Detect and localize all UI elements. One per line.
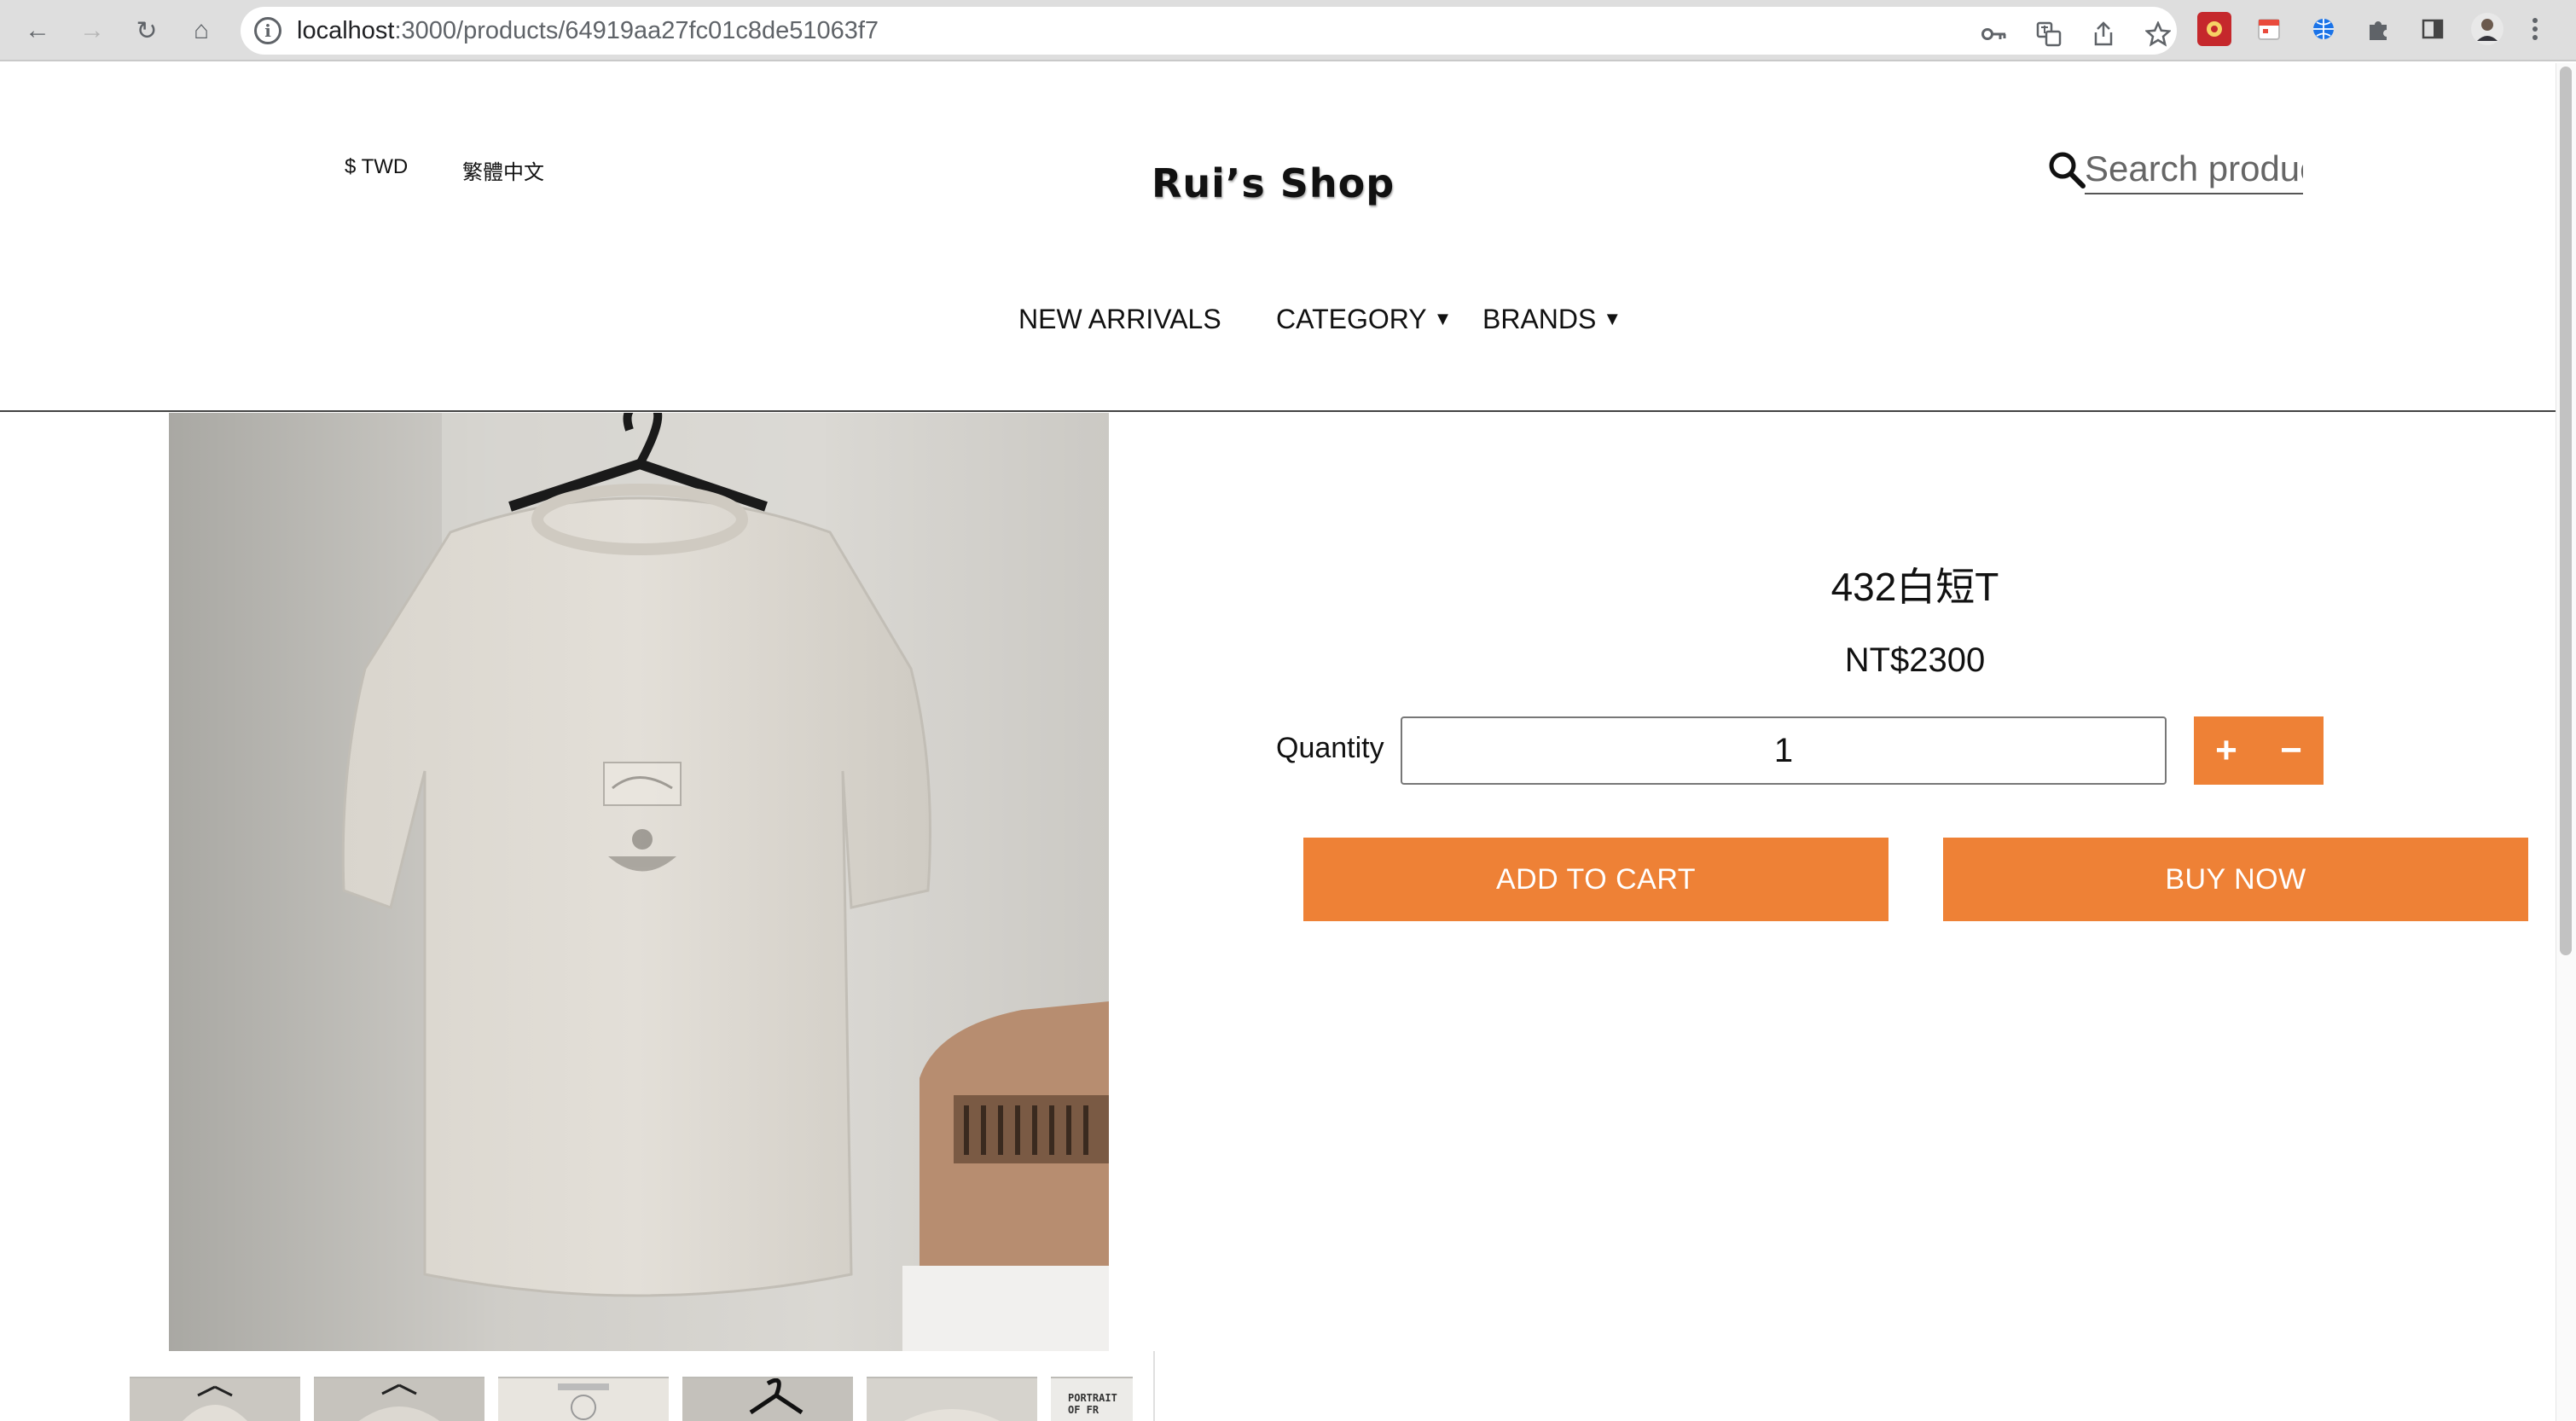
currency-selector[interactable]: $ TWD bbox=[345, 155, 408, 179]
header-divider bbox=[0, 410, 2559, 412]
add-to-cart-button[interactable]: ADD TO CART bbox=[1303, 838, 1888, 921]
address-bar[interactable]: i localhost:3000/products/64919aa27fc01c… bbox=[241, 7, 2177, 55]
search-icon[interactable] bbox=[2047, 150, 2086, 189]
language-selector[interactable]: 繁體中文 bbox=[462, 155, 544, 185]
reload-button[interactable]: ↻ bbox=[126, 10, 167, 51]
bookmark-star-icon[interactable] bbox=[2141, 17, 2175, 51]
thumbnail-strip: PORTRAIT OF FR bbox=[130, 1377, 1153, 1421]
thumbnail-6-text: PORTRAIT OF FR bbox=[1068, 1392, 1117, 1416]
quantity-decrease-button[interactable]: − bbox=[2259, 716, 2324, 785]
caret-down-icon: ▼ bbox=[1603, 308, 1622, 329]
site-info-icon[interactable]: i bbox=[254, 17, 281, 44]
thumbnail-5[interactable] bbox=[867, 1377, 1037, 1421]
translate-icon[interactable] bbox=[2032, 17, 2066, 51]
plus-icon: + bbox=[2215, 729, 2237, 771]
product-title: 432白短T bbox=[1830, 565, 1999, 609]
forward-arrow-icon: → bbox=[79, 16, 105, 44]
thumbnail-1[interactable] bbox=[130, 1377, 300, 1421]
back-arrow-icon: ← bbox=[25, 16, 50, 44]
extensions-puzzle-icon[interactable] bbox=[2361, 12, 2395, 46]
extension-calendar-icon[interactable] bbox=[2252, 12, 2286, 46]
profile-avatar[interactable] bbox=[2470, 12, 2504, 46]
product-price: NT$2300 bbox=[1844, 641, 1986, 679]
side-panel-icon[interactable] bbox=[2416, 12, 2450, 46]
buy-now-button[interactable]: BUY NOW bbox=[1943, 838, 2528, 921]
forward-button[interactable]: → bbox=[72, 10, 113, 51]
product-main-image[interactable] bbox=[169, 413, 1109, 1351]
home-icon: ⌂ bbox=[193, 16, 210, 44]
search-input[interactable] bbox=[2085, 145, 2303, 194]
url-path: :3000/products/64919aa27fc01c8de51063f7 bbox=[394, 17, 879, 44]
home-button[interactable]: ⌂ bbox=[181, 10, 222, 51]
nav-new-arrivals[interactable]: NEW ARRIVALS bbox=[1018, 304, 1221, 335]
reload-icon: ↻ bbox=[136, 16, 158, 45]
share-icon[interactable] bbox=[2086, 17, 2121, 51]
quantity-label: Quantity bbox=[1276, 732, 1384, 764]
extension-globe-icon[interactable] bbox=[2306, 12, 2341, 46]
thumbnail-2[interactable] bbox=[314, 1377, 484, 1421]
nav-brands-label: BRANDS bbox=[1482, 304, 1597, 334]
caret-down-icon: ▼ bbox=[1433, 308, 1453, 329]
browser-menu-icon[interactable] bbox=[2525, 12, 2545, 46]
nav-category-label: CATEGORY bbox=[1276, 304, 1427, 334]
url-text[interactable]: localhost:3000/products/64919aa27fc01c8d… bbox=[297, 17, 879, 44]
back-button[interactable]: ← bbox=[17, 10, 58, 51]
extension-red-icon[interactable] bbox=[2197, 12, 2231, 46]
url-host: localhost bbox=[297, 17, 395, 44]
shop-logo[interactable]: Rui’s Shop bbox=[1152, 160, 1395, 206]
minus-icon: − bbox=[2280, 729, 2302, 771]
nav-brands[interactable]: BRANDS ▼ bbox=[1482, 304, 1622, 335]
thumbnail-6[interactable]: PORTRAIT OF FR bbox=[1051, 1377, 1133, 1421]
thumbnail-4[interactable] bbox=[682, 1377, 853, 1421]
browser-toolbar: ← → ↻ ⌂ i localhost:3000/products/64919a… bbox=[0, 0, 2576, 61]
key-icon[interactable] bbox=[1977, 17, 2011, 51]
quantity-increase-button[interactable]: + bbox=[2194, 716, 2259, 785]
nav-category[interactable]: CATEGORY ▼ bbox=[1276, 304, 1452, 335]
quantity-input[interactable] bbox=[1401, 716, 2167, 785]
thumbnail-3[interactable] bbox=[498, 1377, 669, 1421]
page-scrollbar[interactable] bbox=[2556, 63, 2576, 1421]
scrollbar-thumb[interactable] bbox=[2560, 67, 2572, 955]
thumbnail-divider bbox=[1153, 1351, 1155, 1421]
